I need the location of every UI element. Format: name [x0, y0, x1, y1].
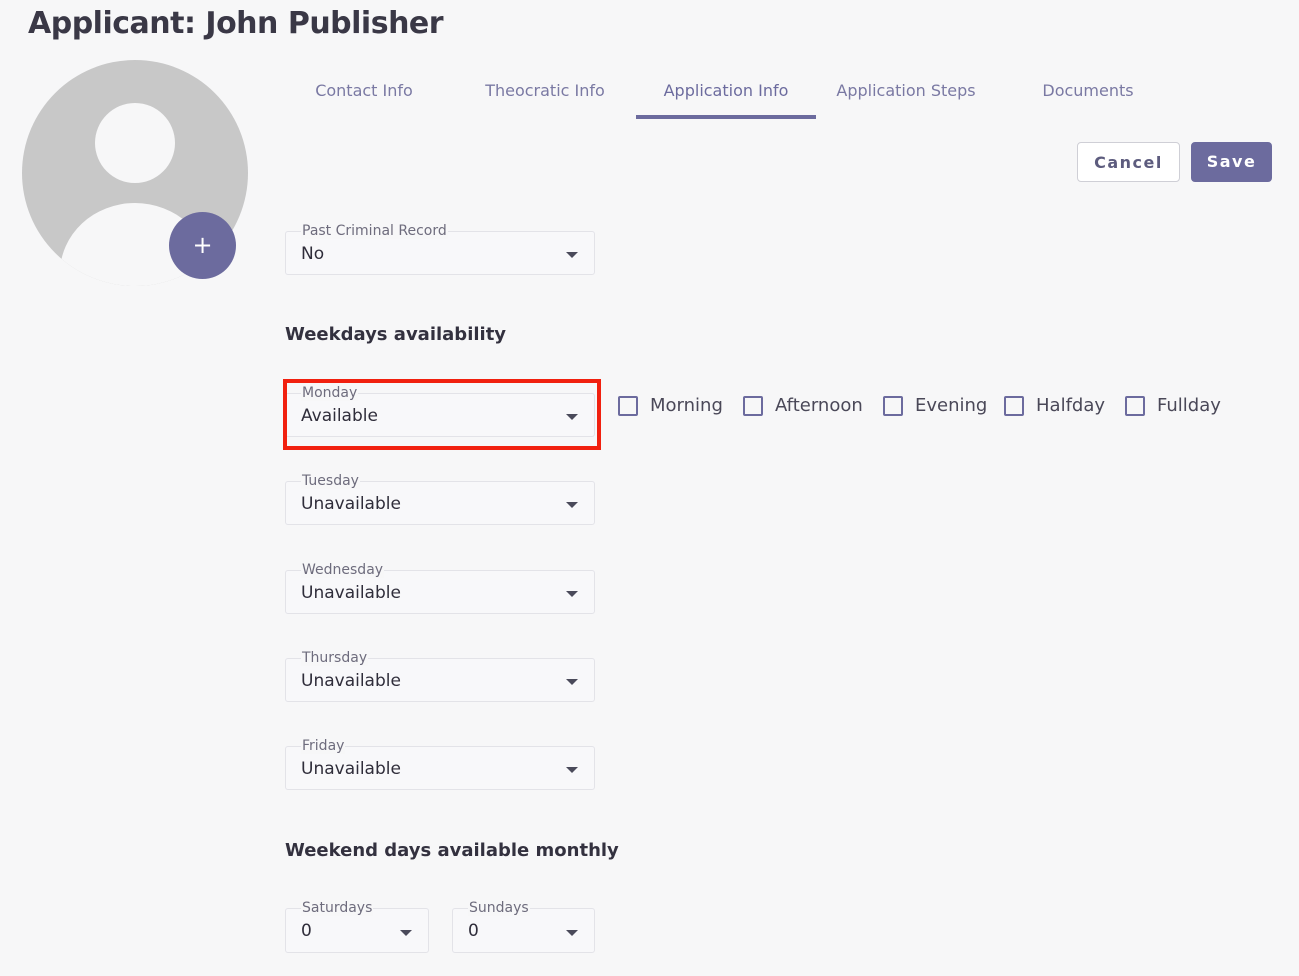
page-title: Applicant: John Publisher — [28, 6, 444, 41]
friday-label: Friday — [301, 738, 346, 754]
save-button[interactable]: Save — [1191, 142, 1272, 182]
criminal-record-select[interactable]: Past Criminal Record No — [285, 223, 595, 275]
tab-theocratic-info[interactable]: Theocratic Info — [466, 70, 624, 117]
checkbox-icon — [1125, 396, 1145, 416]
evening-checkbox-label: Evening — [915, 395, 988, 416]
monday-select[interactable]: Monday Available — [285, 385, 595, 437]
checkbox-icon — [743, 396, 763, 416]
chevron-down-icon — [566, 767, 578, 773]
tuesday-select[interactable]: Tuesday Unavailable — [285, 473, 595, 525]
halfday-checkbox-label: Halfday — [1036, 395, 1106, 416]
morning-checkbox-label: Morning — [650, 395, 723, 416]
wednesday-value: Unavailable — [301, 583, 401, 603]
thursday-value: Unavailable — [301, 671, 401, 691]
thursday-select[interactable]: Thursday Unavailable — [285, 650, 595, 702]
chevron-down-icon — [400, 930, 412, 936]
fullday-checkbox-label: Fullday — [1157, 395, 1221, 416]
chevron-down-icon — [566, 252, 578, 258]
weekend-section-title: Weekend days available monthly — [285, 840, 619, 861]
monday-value: Available — [301, 406, 378, 426]
sundays-label: Sundays — [468, 900, 530, 916]
friday-value: Unavailable — [301, 759, 401, 779]
saturdays-select[interactable]: Saturdays 0 — [285, 900, 429, 953]
wednesday-select[interactable]: Wednesday Unavailable — [285, 562, 595, 614]
checkbox-icon — [883, 396, 903, 416]
chevron-down-icon — [566, 679, 578, 685]
add-photo-button[interactable]: + — [169, 212, 236, 279]
cancel-button[interactable]: Cancel — [1077, 142, 1180, 182]
checkbox-icon — [618, 396, 638, 416]
chevron-down-icon — [566, 591, 578, 597]
monday-label: Monday — [301, 385, 359, 401]
chevron-down-icon — [566, 930, 578, 936]
wednesday-label: Wednesday — [301, 562, 385, 578]
criminal-record-label: Past Criminal Record — [301, 223, 448, 239]
thursday-label: Thursday — [301, 650, 369, 666]
tuesday-value: Unavailable — [301, 494, 401, 514]
criminal-record-value: No — [301, 244, 325, 264]
tab-documents[interactable]: Documents — [1016, 70, 1160, 117]
friday-select[interactable]: Friday Unavailable — [285, 738, 595, 790]
weekdays-section-title: Weekdays availability — [285, 324, 507, 345]
sundays-select[interactable]: Sundays 0 — [452, 900, 595, 953]
tab-application-info[interactable]: Application Info — [636, 70, 816, 119]
tab-contact-info[interactable]: Contact Info — [286, 70, 442, 117]
sundays-value: 0 — [468, 921, 479, 941]
tab-bar: Contact Info Theocratic Info Application… — [286, 70, 1166, 120]
saturdays-label: Saturdays — [301, 900, 374, 916]
chevron-down-icon — [566, 502, 578, 508]
chevron-down-icon — [566, 414, 578, 420]
checkbox-icon — [1004, 396, 1024, 416]
afternoon-checkbox-label: Afternoon — [775, 395, 863, 416]
tuesday-label: Tuesday — [301, 473, 360, 489]
avatar-head-shape — [95, 103, 175, 183]
tab-application-steps[interactable]: Application Steps — [826, 70, 986, 117]
saturdays-value: 0 — [301, 921, 312, 941]
